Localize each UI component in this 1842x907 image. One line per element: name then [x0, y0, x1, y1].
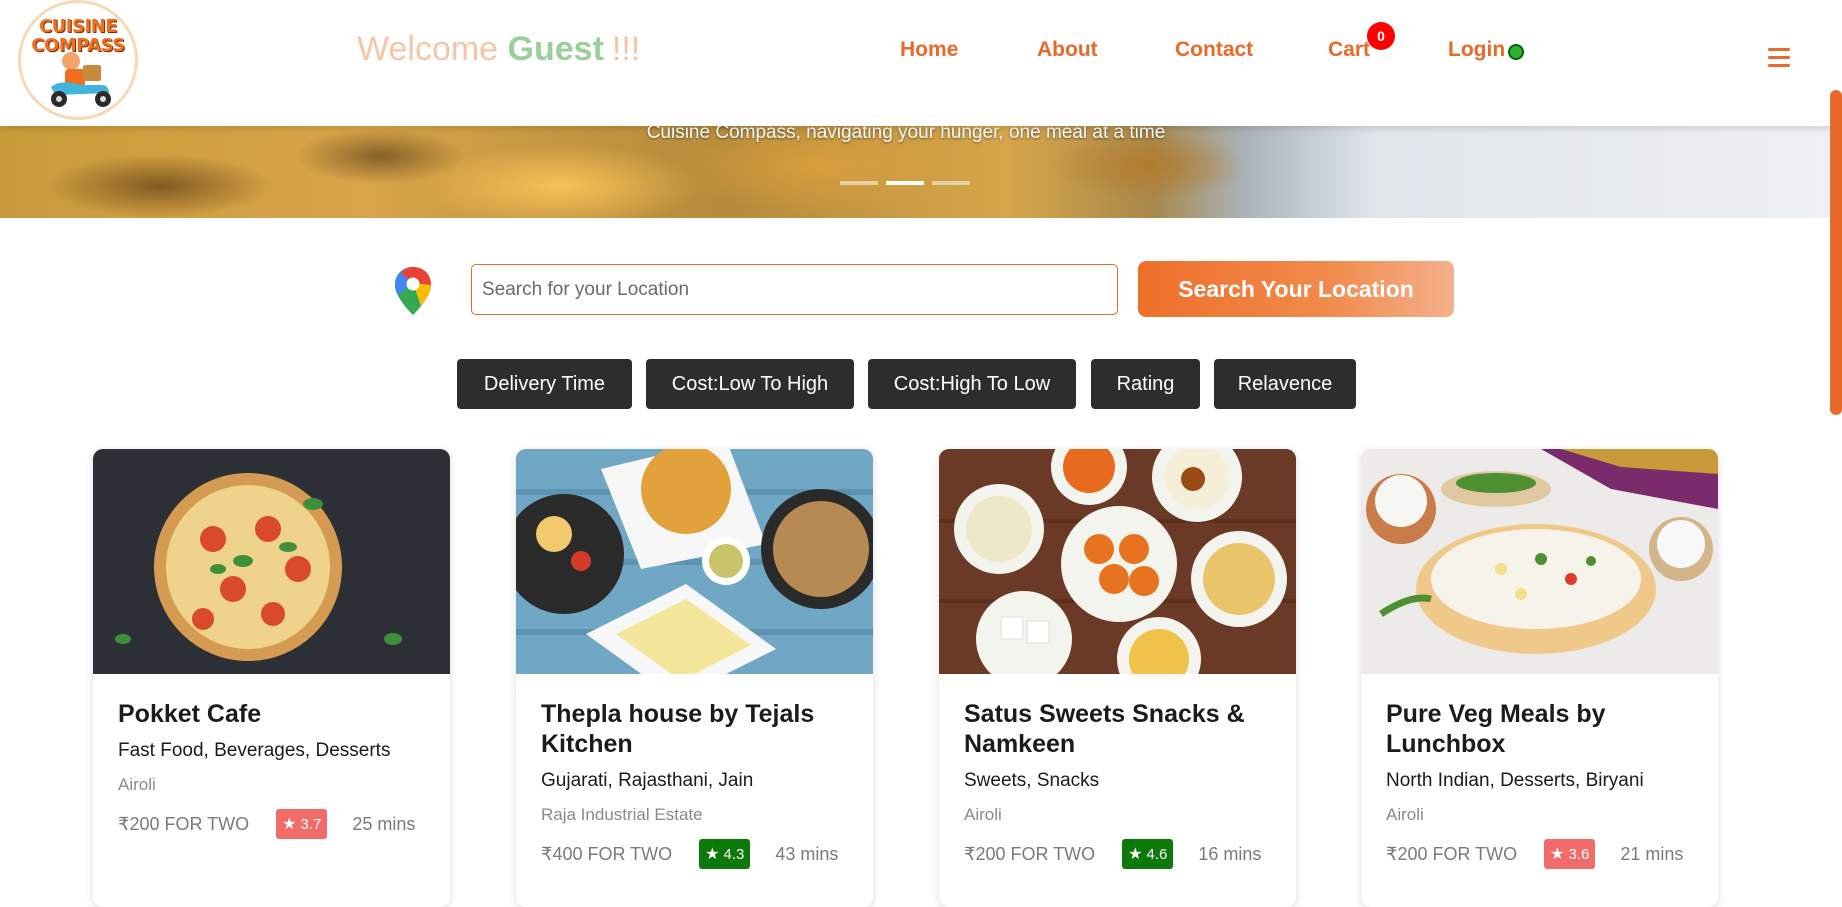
- rating-value: 4.3: [723, 845, 745, 863]
- restaurant-card[interactable]: Thepla house by Tejals Kitchen Gujarati,…: [516, 449, 873, 907]
- restaurant-card[interactable]: Pokket Cafe Fast Food, Beverages, Desser…: [93, 449, 450, 907]
- rating-badge: ★ 3.7: [276, 809, 328, 839]
- restaurant-area: Raja Industrial Estate: [541, 805, 703, 824]
- welcome-text: Welcome: [357, 30, 499, 68]
- rating-value: 3.6: [1568, 845, 1590, 863]
- page: CUISINE COMPASS Welcome Guest!!! Home Ab…: [0, 0, 1842, 907]
- cost-for-two: ₹200 FOR TWO: [964, 843, 1096, 864]
- logo[interactable]: CUISINE COMPASS: [18, 0, 138, 120]
- carousel-indicator-3[interactable]: [932, 181, 970, 185]
- rating-badge: ★ 4.3: [699, 839, 751, 869]
- scooter-icon: [51, 52, 111, 107]
- star-icon: ★: [282, 816, 297, 833]
- restaurant-area: Airoli: [118, 775, 156, 794]
- restaurant-name: Pure Veg Meals by Lunchbox: [1386, 700, 1606, 758]
- star-icon: ★: [1550, 846, 1565, 863]
- restaurant-card[interactable]: Pure Veg Meals by Lunchbox North Indian,…: [1361, 449, 1718, 907]
- cost-for-two: ₹200 FOR TWO: [1386, 843, 1518, 864]
- nav-contact-link[interactable]: Contact: [1175, 38, 1253, 62]
- guest-name: Guest: [507, 30, 604, 68]
- filter-relevance-button[interactable]: Relavence: [1214, 359, 1356, 409]
- rating-value: 4.6: [1146, 845, 1168, 863]
- rating-value: 3.7: [300, 815, 322, 833]
- star-icon: ★: [1128, 846, 1143, 863]
- filter-delivery-time-button[interactable]: Delivery Time: [457, 359, 632, 409]
- cart-count-badge: 0: [1367, 22, 1395, 50]
- restaurant-card[interactable]: Satus Sweets Snacks & Namkeen Sweets, Sn…: [939, 449, 1296, 907]
- hamburger-menu-icon[interactable]: [1768, 48, 1790, 68]
- carousel-indicator-2[interactable]: [886, 181, 924, 185]
- restaurant-cuisines: Sweets, Snacks: [964, 770, 1100, 791]
- nav-login-link[interactable]: Login: [1448, 38, 1505, 62]
- nav-about-link[interactable]: About: [1037, 38, 1098, 62]
- restaurant-name: Thepla house by Tejals Kitchen: [541, 700, 815, 758]
- restaurant-name: Pokket Cafe: [118, 700, 262, 728]
- delivery-time: 21 mins: [1620, 843, 1684, 864]
- restaurant-cuisines: North Indian, Desserts, Biryani: [1386, 770, 1644, 791]
- map-pin-icon: [395, 267, 431, 315]
- restaurant-image: [93, 449, 450, 674]
- restaurant-area: Airoli: [964, 805, 1002, 824]
- star-icon: ★: [705, 846, 720, 863]
- cost-for-two: ₹400 FOR TWO: [541, 843, 673, 864]
- restaurant-name: Satus Sweets Snacks & Namkeen: [964, 700, 1245, 758]
- search-location-button[interactable]: Search Your Location: [1138, 261, 1454, 317]
- filter-cost-high-low-button[interactable]: Cost:High To Low: [868, 359, 1076, 409]
- delivery-time: 43 mins: [775, 843, 839, 864]
- online-status-dot: [1508, 44, 1524, 60]
- rating-badge: ★ 3.6: [1544, 839, 1596, 869]
- nav-cart-link[interactable]: Cart: [1328, 38, 1370, 62]
- welcome-exclaim: !!!: [611, 30, 641, 68]
- restaurant-image: [1361, 449, 1718, 674]
- filter-rating-button[interactable]: Rating: [1091, 359, 1200, 409]
- delivery-time: 16 mins: [1198, 843, 1262, 864]
- cost-for-two: ₹200 FOR TWO: [118, 813, 250, 834]
- restaurant-area: Airoli: [1386, 805, 1424, 824]
- rating-badge: ★ 4.6: [1122, 839, 1174, 869]
- navbar: CUISINE COMPASS Welcome Guest!!! Home Ab…: [0, 0, 1842, 126]
- scrollbar-thumb[interactable]: [1830, 90, 1842, 415]
- carousel-indicator-1[interactable]: [840, 181, 878, 185]
- filter-cost-low-high-button[interactable]: Cost:Low To High: [646, 359, 854, 409]
- delivery-time: 25 mins: [352, 813, 416, 834]
- welcome-message: Welcome Guest!!!: [357, 30, 640, 69]
- restaurant-image: [516, 449, 873, 674]
- restaurant-cuisines: Gujarati, Rajasthani, Jain: [541, 770, 754, 791]
- location-search-input[interactable]: [471, 264, 1118, 315]
- nav-home-link[interactable]: Home: [900, 38, 958, 62]
- carousel-indicators: [840, 181, 970, 185]
- restaurant-cuisines: Fast Food, Beverages, Desserts: [118, 740, 391, 761]
- restaurant-image: [939, 449, 1296, 674]
